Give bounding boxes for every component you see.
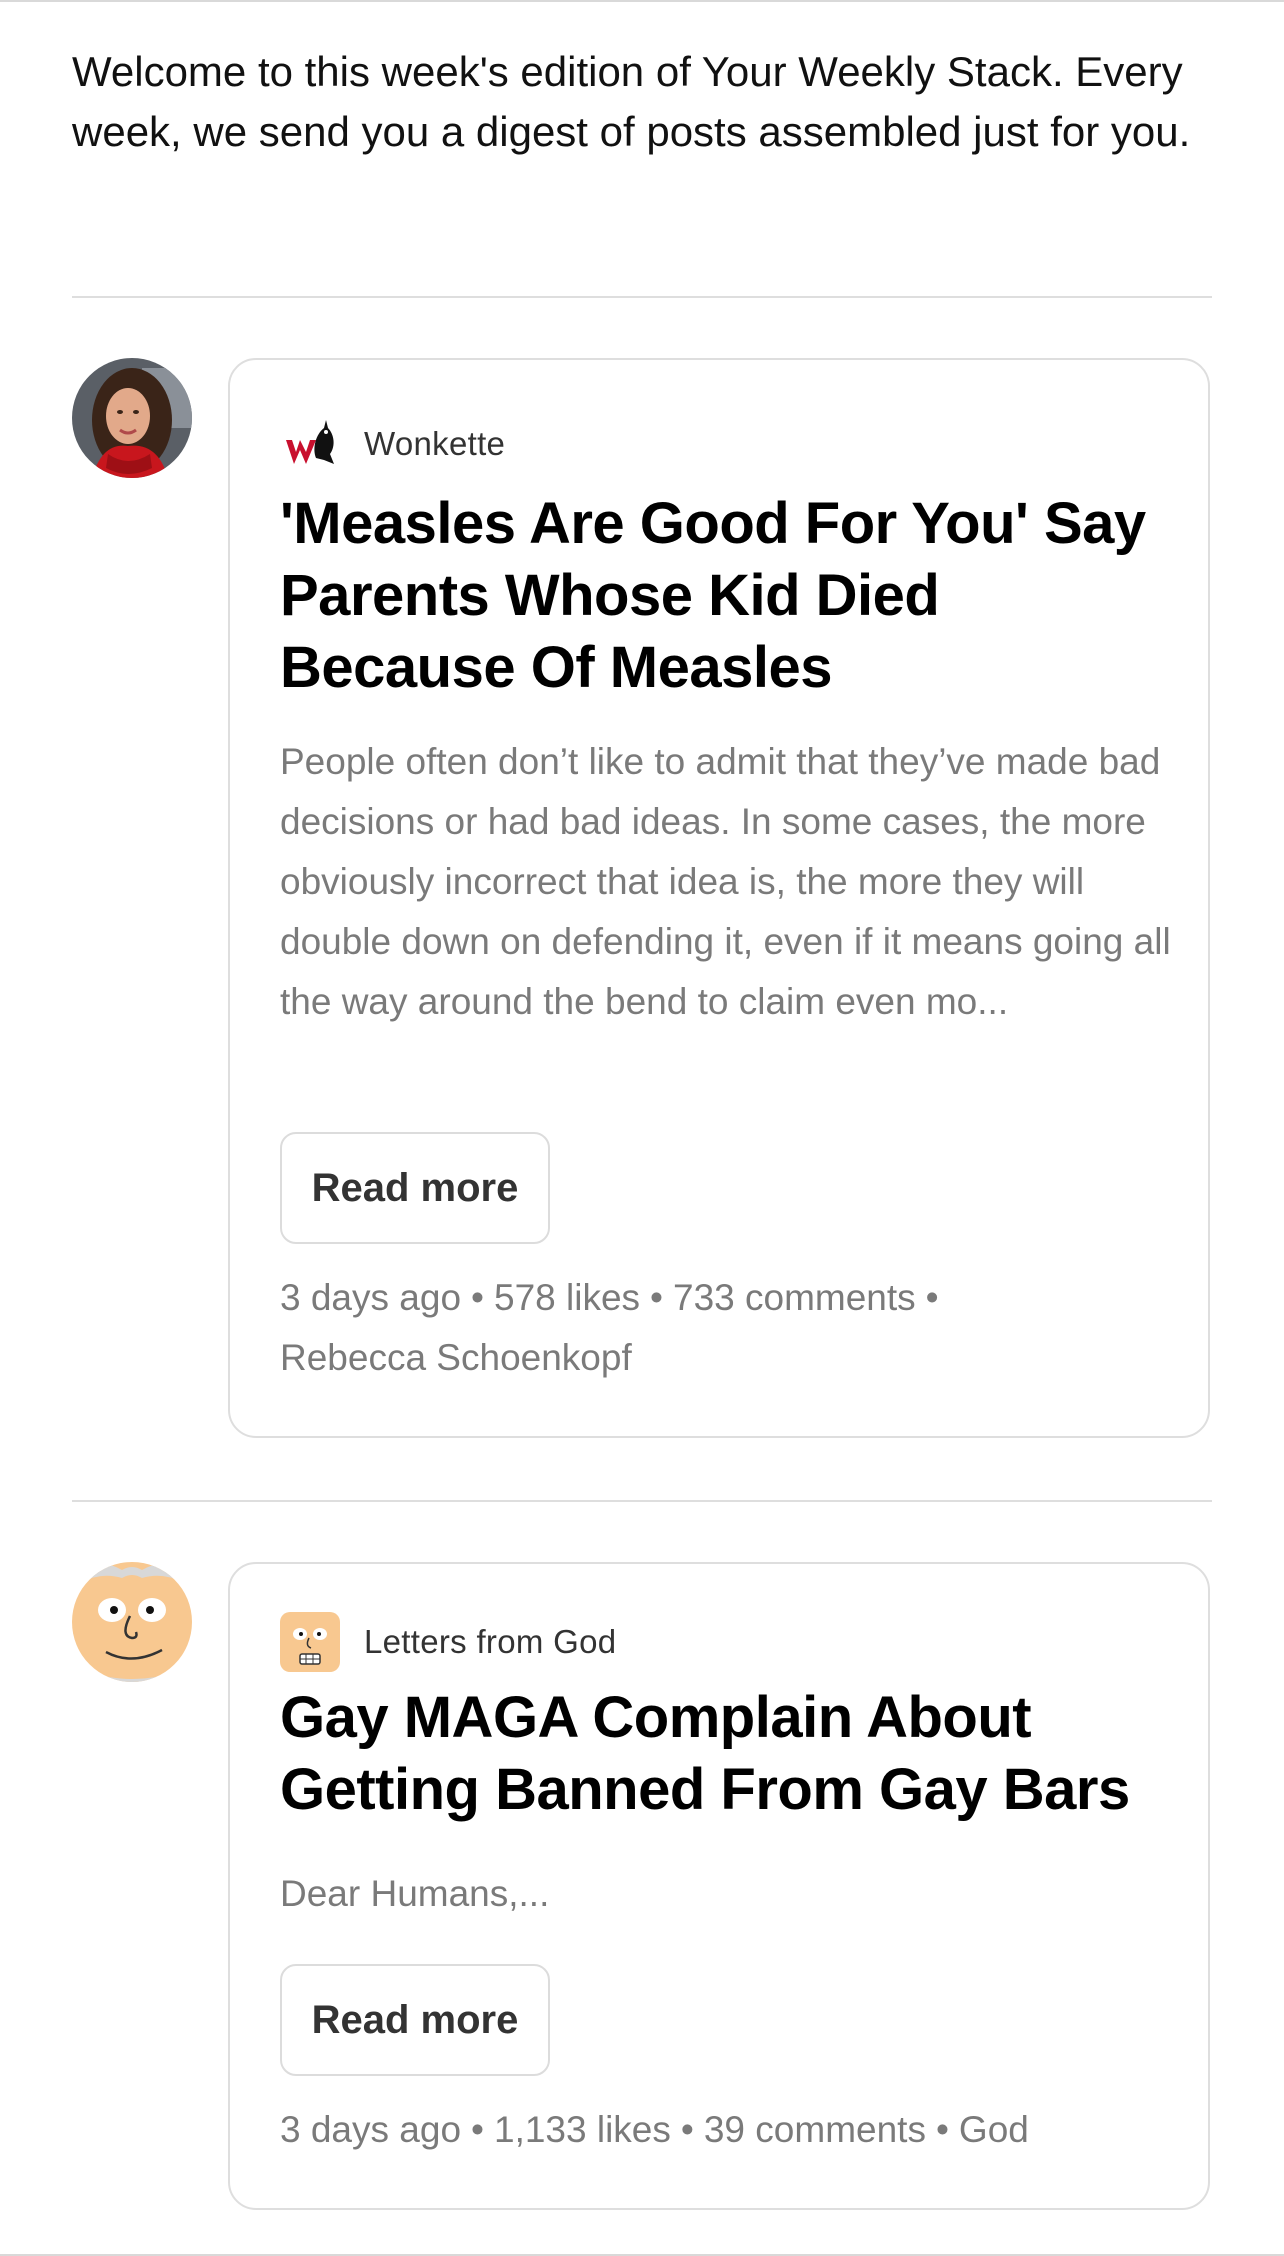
wonkette-logo-icon (280, 414, 340, 474)
time-ago: 3 days ago (280, 2109, 462, 2150)
post-excerpt: People often don’t like to admit that th… (280, 741, 1171, 1022)
post-excerpt: Dear Humans,... (280, 1873, 550, 1914)
comments-count[interactable]: 39 comments (704, 2109, 926, 2150)
separator-dot: • (471, 1277, 484, 1318)
post-card[interactable]: Wonkette 'Measles Are Good For You' Say … (228, 358, 1210, 1438)
author-name[interactable]: God (959, 2109, 1029, 2150)
separator-dot: • (925, 1277, 939, 1318)
separator-dot: • (935, 2109, 949, 2150)
author-avatar[interactable] (72, 1562, 192, 1682)
post-title[interactable]: Gay MAGA Complain About Getting Banned F… (280, 1682, 1180, 1826)
top-divider (0, 0, 1284, 2)
publication-row[interactable]: Letters from God (280, 1612, 616, 1672)
author-name[interactable]: Rebecca Schoenkopf (280, 1337, 632, 1378)
cartoon-face-logo-icon (280, 1612, 340, 1672)
author-avatar[interactable] (72, 358, 192, 478)
publication-row[interactable]: Wonkette (280, 414, 505, 474)
post-title[interactable]: 'Measles Are Good For You' Say Parents W… (280, 488, 1180, 704)
likes-count[interactable]: 1,133 likes (494, 2109, 671, 2150)
likes-count[interactable]: 578 likes (494, 1277, 640, 1318)
separator-dot: • (680, 2109, 694, 2150)
publication-name[interactable]: Letters from God (364, 1623, 616, 1661)
section-divider (72, 1500, 1212, 1502)
read-more-button[interactable]: Read more (280, 1964, 550, 2076)
post-meta: 3 days ago • 1,133 likes • 39 comments • God (280, 2100, 1180, 2160)
time-ago: 3 days ago (280, 1277, 462, 1318)
publication-name[interactable]: Wonkette (364, 425, 505, 463)
post-card[interactable]: Letters from God Gay MAGA Complain About… (228, 1562, 1210, 2210)
read-more-button[interactable]: Read more (280, 1132, 550, 1244)
section-divider (72, 296, 1212, 298)
author-photo-avatar-icon (72, 358, 192, 478)
post-meta: 3 days ago • 578 likes • 733 comments • Rebecc… (280, 1268, 1180, 1388)
cartoon-face-avatar-icon (72, 1562, 192, 1682)
separator-dot: • (471, 2109, 484, 2150)
separator-dot: • (650, 1277, 663, 1318)
comments-count[interactable]: 733 comments (673, 1277, 916, 1318)
intro-text: Welcome to this week's edition of Your W… (72, 48, 1191, 155)
